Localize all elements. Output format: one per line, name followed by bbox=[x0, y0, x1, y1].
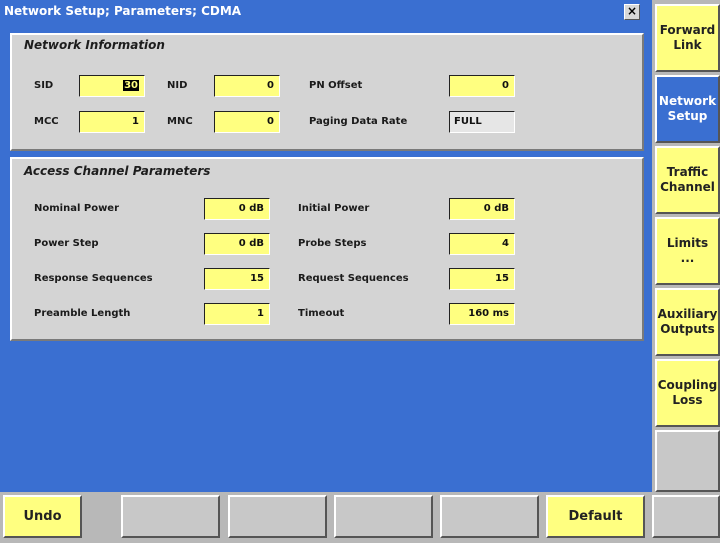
sid-value: 30 bbox=[123, 80, 139, 91]
preamble-length-label: Preamble Length bbox=[34, 308, 131, 319]
mnc-label: MNC bbox=[167, 116, 193, 127]
close-icon[interactable]: × bbox=[624, 4, 640, 20]
empty-softkey-2[interactable] bbox=[228, 495, 327, 538]
probe-steps-field[interactable]: 4 bbox=[449, 233, 515, 255]
auxiliary-outputs-softkey[interactable]: Auxiliary Outputs bbox=[655, 288, 720, 356]
power-step-field[interactable]: 0 dB bbox=[204, 233, 270, 255]
timeout-field[interactable]: 160 ms bbox=[449, 303, 515, 325]
mnc-field[interactable]: 0 bbox=[214, 111, 280, 133]
power-step-label: Power Step bbox=[34, 238, 99, 249]
network-setup-line1: Network bbox=[658, 94, 717, 108]
mcc-label: MCC bbox=[34, 116, 59, 127]
empty-softkey-5[interactable] bbox=[652, 495, 720, 538]
coupling-loss-line1: Coupling bbox=[657, 378, 718, 392]
paging-data-rate-label: Paging Data Rate bbox=[309, 116, 408, 127]
response-sequences-field[interactable]: 15 bbox=[204, 268, 270, 290]
nominal-power-field[interactable]: 0 dB bbox=[204, 198, 270, 220]
forward-link-line1: Forward bbox=[659, 23, 716, 37]
sid-label: SID bbox=[34, 80, 54, 91]
forward-link-softkey[interactable]: Forward Link bbox=[655, 4, 720, 72]
network-setup-softkey[interactable]: Network Setup bbox=[655, 75, 720, 143]
auxiliary-outputs-line2: Outputs bbox=[660, 322, 715, 336]
response-sequences-label: Response Sequences bbox=[34, 273, 153, 284]
undo-softkey[interactable]: Undo bbox=[3, 495, 82, 538]
limits-line1: Limits bbox=[666, 236, 709, 250]
probe-steps-label: Probe Steps bbox=[298, 238, 367, 249]
nid-field[interactable]: 0 bbox=[214, 75, 280, 97]
network-information-title: Network Information bbox=[24, 38, 165, 52]
limits-line2: ... bbox=[680, 251, 695, 265]
traffic-channel-line1: Traffic bbox=[666, 165, 709, 179]
network-setup-line2: Setup bbox=[667, 109, 708, 123]
timeout-label: Timeout bbox=[298, 308, 345, 319]
request-sequences-field[interactable]: 15 bbox=[449, 268, 515, 290]
initial-power-field[interactable]: 0 dB bbox=[449, 198, 515, 220]
window-title: Network Setup; Parameters; CDMA bbox=[0, 0, 645, 22]
empty-softkey-3[interactable] bbox=[334, 495, 433, 538]
empty-right-softkey[interactable] bbox=[655, 430, 720, 492]
pn-offset-label: PN Offset bbox=[309, 80, 363, 91]
pn-offset-field[interactable]: 0 bbox=[449, 75, 515, 97]
default-softkey[interactable]: Default bbox=[546, 495, 645, 538]
sid-field[interactable]: 30 bbox=[79, 75, 145, 97]
traffic-channel-softkey[interactable]: Traffic Channel bbox=[655, 146, 720, 214]
nid-label: NID bbox=[167, 80, 188, 91]
coupling-loss-softkey[interactable]: Coupling Loss bbox=[655, 359, 720, 427]
limits-softkey[interactable]: Limits... bbox=[655, 217, 720, 285]
traffic-channel-line2: Channel bbox=[660, 180, 715, 194]
initial-power-label: Initial Power bbox=[298, 203, 370, 214]
forward-link-line2: Link bbox=[673, 38, 702, 52]
access-channel-title: Access Channel Parameters bbox=[24, 164, 211, 178]
auxiliary-outputs-line1: Auxiliary bbox=[657, 307, 718, 321]
nominal-power-label: Nominal Power bbox=[34, 203, 120, 214]
coupling-loss-line2: Loss bbox=[672, 393, 703, 407]
request-sequences-label: Request Sequences bbox=[298, 273, 409, 284]
empty-softkey-1[interactable] bbox=[121, 495, 220, 538]
mcc-field[interactable]: 1 bbox=[79, 111, 145, 133]
empty-softkey-4[interactable] bbox=[440, 495, 539, 538]
paging-data-rate-field[interactable]: FULL bbox=[449, 111, 515, 133]
preamble-length-field[interactable]: 1 bbox=[204, 303, 270, 325]
